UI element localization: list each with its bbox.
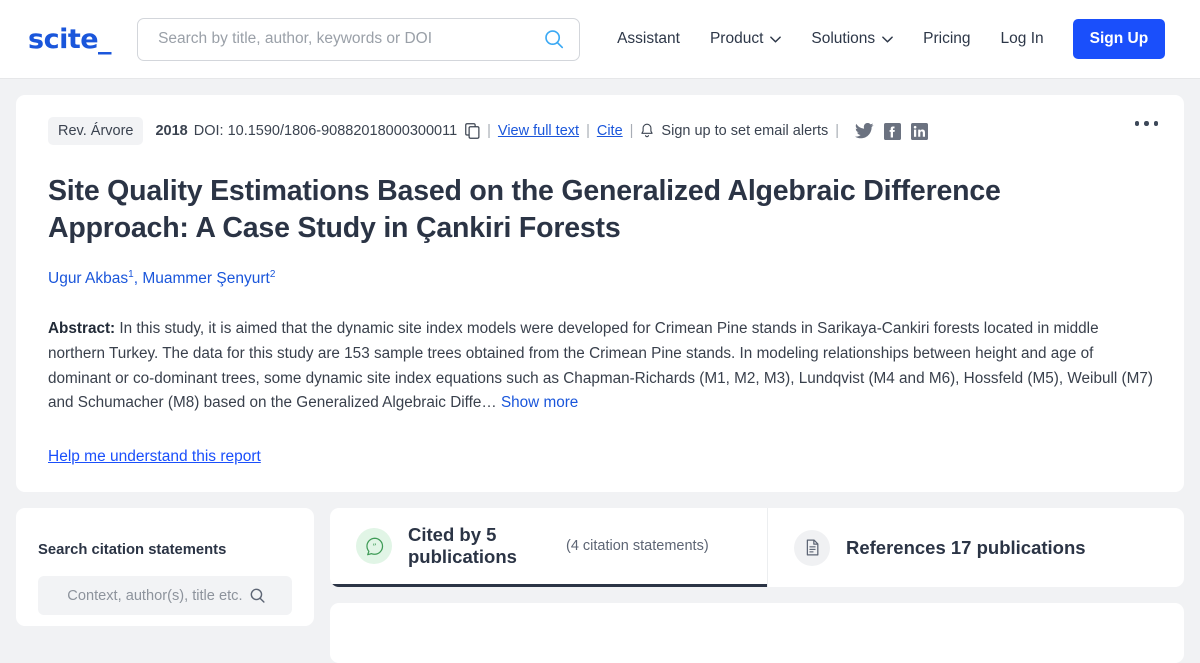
doi-text: DOI: 10.1590/1806-90882018000300011 <box>193 123 458 139</box>
separator: | <box>629 123 634 139</box>
paper-metadata-row: Rev. Árvore 2018 DOI: 10.1590/1806-90882… <box>48 117 1156 145</box>
scite-logo[interactable]: scite_ <box>28 24 112 55</box>
nav-label: Assistant <box>617 30 680 47</box>
chevron-down-icon <box>882 35 893 43</box>
nav-label: Solutions <box>811 30 876 47</box>
citation-search-box[interactable] <box>38 576 292 616</box>
kebab-dot <box>1153 121 1158 126</box>
paper-card: Rev. Árvore 2018 DOI: 10.1590/1806-90882… <box>16 95 1184 493</box>
svg-text:”: ” <box>372 542 376 552</box>
nav-label: Log In <box>1000 30 1044 47</box>
nav-item-solutions[interactable]: Solutions <box>796 22 908 56</box>
tab-references[interactable]: References 17 publications <box>767 508 1184 588</box>
tab-cited-by[interactable]: ” Cited by 5 publications (4 citation st… <box>330 508 767 588</box>
tab-references-label: References 17 publications <box>846 536 1086 558</box>
tab-cited-by-label: Cited by 5 publications <box>408 523 517 568</box>
global-search-box[interactable] <box>137 17 581 61</box>
citation-bubble-icon: ” <box>356 528 392 565</box>
view-full-text-link[interactable]: View full text <box>498 123 579 139</box>
kebab-dot <box>1134 121 1139 126</box>
separator: | <box>835 123 840 139</box>
copy-icon[interactable] <box>465 123 480 139</box>
nav-label: Pricing <box>923 30 971 47</box>
document-icon <box>794 529 830 566</box>
main-nav: Assistant Product Solutions Pricing Log … <box>602 19 1166 59</box>
lower-section: Search citation statements ” Cited by 5 … <box>16 508 1184 663</box>
bell-icon <box>641 123 654 138</box>
sidebar-heading: Search citation statements <box>38 542 227 559</box>
abstract-text: Abstract: In this study, it is aimed tha… <box>48 317 1156 417</box>
abstract-label: Abstract: <box>48 319 116 337</box>
abstract-body: In this study, it is aimed that the dyna… <box>48 319 1153 412</box>
nav-item-login[interactable]: Log In <box>986 22 1059 56</box>
cite-link[interactable]: Cite <box>597 123 623 139</box>
site-header: scite_ Assistant Product Solutions Prici… <box>0 0 1200 79</box>
facebook-icon[interactable] <box>884 122 902 140</box>
nav-item-assistant[interactable]: Assistant <box>602 22 695 56</box>
kebab-dot <box>1144 121 1149 126</box>
journal-badge[interactable]: Rev. Árvore <box>48 117 144 145</box>
search-icon[interactable] <box>543 28 565 50</box>
nav-item-pricing[interactable]: Pricing <box>908 22 985 56</box>
citation-search-sidebar: Search citation statements <box>16 508 314 627</box>
search-icon[interactable] <box>249 587 266 604</box>
social-share-group <box>855 122 929 140</box>
author-link[interactable]: Muammer Şenyurt <box>142 270 269 287</box>
nav-label: Product <box>709 30 764 47</box>
search-input[interactable] <box>156 29 544 49</box>
show-more-link[interactable]: Show more <box>501 394 578 411</box>
author-link[interactable]: Ugur Akbas <box>48 270 128 287</box>
linkedin-icon[interactable] <box>911 122 929 140</box>
tab-content-panel <box>330 603 1184 663</box>
tab-cited-by-sublabel: (4 citation statements) <box>566 538 709 555</box>
sign-up-button[interactable]: Sign Up <box>1072 19 1166 59</box>
chevron-down-icon <box>770 35 782 43</box>
tabs-column: ” Cited by 5 publications (4 citation st… <box>330 508 1184 663</box>
twitter-icon[interactable] <box>855 123 874 139</box>
nav-item-product[interactable]: Product <box>695 22 796 56</box>
page-title: Site Quality Estimations Based on the Ge… <box>48 175 1001 244</box>
authors-line: Ugur Akbas1, Muammer Şenyurt2 <box>48 269 1156 288</box>
email-alerts-label[interactable]: Sign up to set email alerts <box>661 123 828 139</box>
publication-year: 2018 <box>155 123 188 139</box>
separator: | <box>586 123 590 139</box>
tab-bar: ” Cited by 5 publications (4 citation st… <box>330 508 1184 588</box>
help-understand-report-link[interactable]: Help me understand this report <box>48 448 261 466</box>
citation-search-input[interactable] <box>64 586 245 605</box>
author-affiliation-marker: 2 <box>269 268 276 280</box>
separator: | <box>487 123 491 139</box>
more-options-icon[interactable] <box>1134 121 1158 126</box>
